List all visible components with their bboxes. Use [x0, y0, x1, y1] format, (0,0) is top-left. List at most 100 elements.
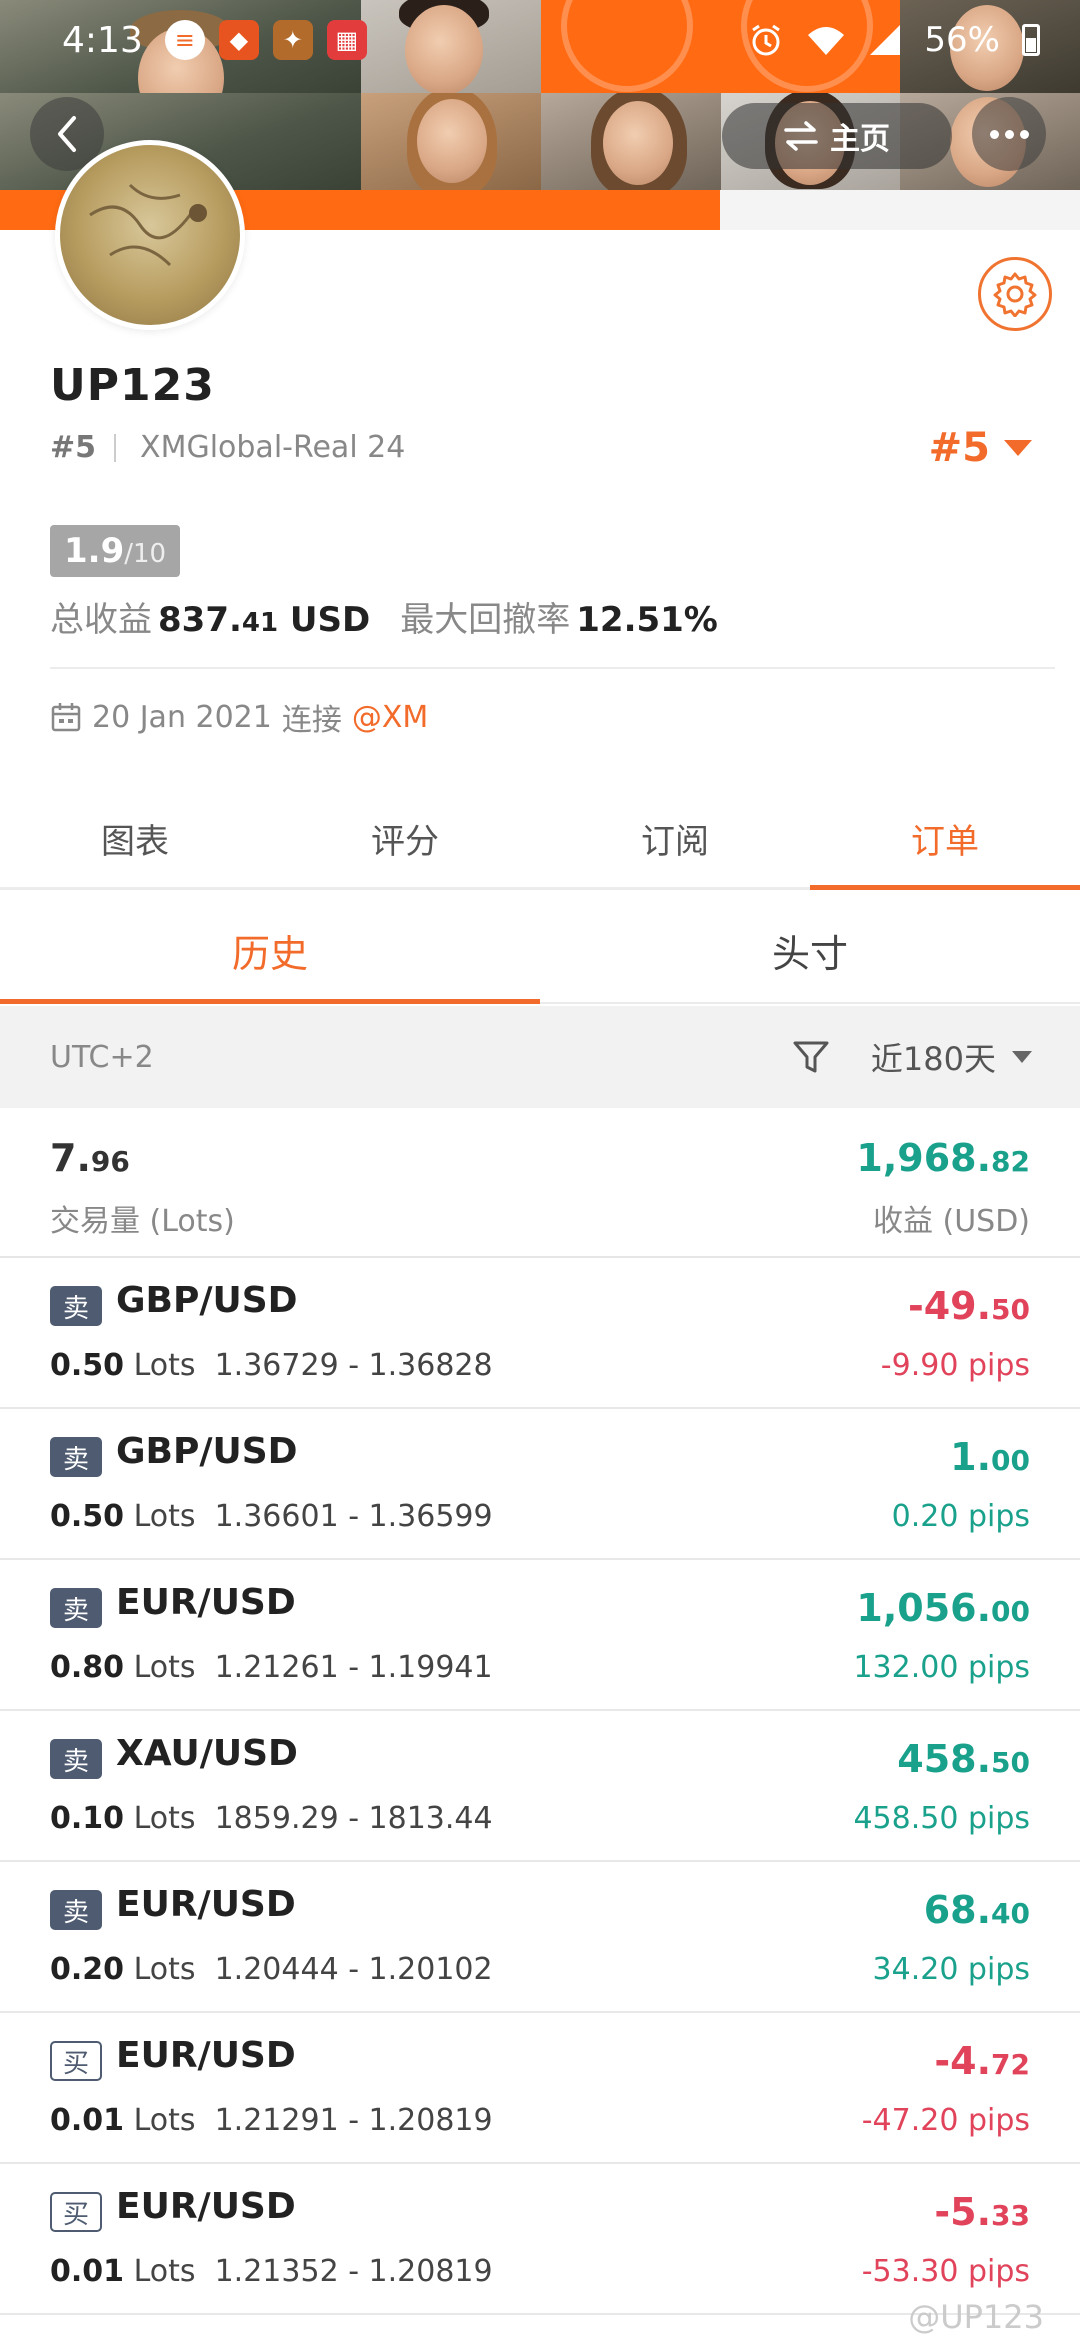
status-time: 4:13: [62, 19, 143, 61]
total-lots: 7.96: [50, 1136, 130, 1180]
rank-line: #5 XMGlobal-Real 24: [50, 430, 405, 465]
trade-pair: EUR/USD: [116, 1884, 296, 1925]
switch-icon: [784, 121, 818, 151]
total-lots-int: 7.: [50, 1136, 91, 1180]
trade-row[interactable]: 卖 EUR/USD 0.20 Lots 1.20444 - 1.20102 68…: [0, 1862, 1080, 2013]
trade-pair: EUR/USD: [116, 2186, 296, 2227]
trade-profit-int: 68.: [923, 1888, 992, 1932]
score-value: 1.9: [64, 531, 125, 571]
rank-number: #5: [50, 430, 97, 465]
chevron-left-icon: [58, 116, 76, 152]
trade-profit: 1,056.00: [856, 1586, 1030, 1630]
trade-prices: 1.21261 - 1.19941: [214, 1650, 493, 1685]
trade-lots-unit: Lots: [133, 1348, 196, 1383]
trade-profit-dec: 72: [991, 2048, 1030, 2081]
trade-row[interactable]: 卖 GBP/USD 0.50 Lots 1.36601 - 1.36599 1.…: [0, 1409, 1080, 1560]
history-summary: 7.96 交易量 (Lots) 1,968.82 收益 (USD): [0, 1108, 1080, 1258]
side-badge: 卖: [50, 1437, 102, 1477]
subtab-history[interactable]: 历史: [0, 898, 540, 1004]
trade-pips: 132.00 pips: [853, 1650, 1030, 1685]
drawdown-label: 最大回撤率: [400, 600, 571, 640]
more-button[interactable]: [972, 97, 1046, 171]
chat-notification-icon: ≡: [164, 20, 205, 60]
total-profit-label: 收益 (USD): [872, 1204, 1030, 1239]
status-icons: 56%: [748, 20, 1040, 60]
server-name: XMGlobal-Real 24: [140, 430, 406, 465]
avatar-image: [89, 183, 207, 267]
trade-profit-int: -5.: [934, 2190, 992, 2234]
trade-pair: GBP/USD: [116, 1431, 298, 1472]
tab-subscribe[interactable]: 订阅: [540, 790, 810, 887]
order-subtabs: 历史 头寸: [0, 898, 1080, 1004]
trade-row[interactable]: 卖 XAU/USD 0.10 Lots 1859.29 - 1813.44 45…: [0, 1711, 1080, 1862]
trade-row[interactable]: 买 EUR/USD 0.01 Lots 1.21352 - 1.20819 -5…: [0, 2164, 1080, 2315]
total-lots-label: 交易量 (Lots): [50, 1204, 235, 1239]
settings-button[interactable]: [978, 257, 1052, 331]
tab-rating[interactable]: 评分: [270, 790, 540, 887]
trade-lots: 0.10: [50, 1801, 125, 1836]
rank-dropdown[interactable]: #5: [929, 425, 1032, 471]
subtab-positions[interactable]: 头寸: [540, 898, 1080, 1002]
status-bar: 4:13 ≡ ◆ ✦ ▦ 56%: [0, 0, 1080, 80]
trade-profit-dec: 50: [991, 1746, 1030, 1779]
rank-badge: #5: [928, 425, 990, 471]
trade-prices: 1859.29 - 1813.44: [214, 1801, 493, 1836]
trade-lots: 0.20: [50, 1952, 125, 1987]
trade-prices: 1.20444 - 1.20102: [214, 1952, 493, 1987]
triangle-down-icon: [1012, 1051, 1032, 1063]
signal-icon: [870, 25, 901, 55]
tab-chart[interactable]: 图表: [0, 790, 270, 887]
avatar[interactable]: [55, 140, 245, 330]
period-dropdown[interactable]: 近180天: [871, 1034, 1032, 1080]
trade-pair: EUR/USD: [116, 1582, 296, 1623]
trade-row[interactable]: 买 EUR/USD 0.01 Lots 1.21291 - 1.20819 -4…: [0, 2013, 1080, 2164]
total-profit-dec: 41: [241, 608, 279, 638]
trade-profit: 1.00: [950, 1435, 1030, 1479]
home-button[interactable]: 主页: [722, 103, 952, 169]
broker-link[interactable]: @XM: [352, 700, 428, 735]
trade-detail: 0.80 Lots 1.21261 - 1.19941: [50, 1650, 493, 1685]
trade-pair: EUR/USD: [116, 2035, 296, 2076]
home-label: 主页: [830, 122, 890, 157]
connection-line: 20 Jan 2021 连接 @XM: [50, 695, 428, 739]
trade-lots-unit: Lots: [133, 2254, 196, 2289]
side-badge: 卖: [50, 1890, 102, 1930]
trade-profit-dec: 40: [991, 1897, 1030, 1930]
trade-lots-unit: Lots: [133, 1650, 196, 1685]
more-dots-icon: [989, 129, 999, 139]
more-dots-icon: [1004, 129, 1014, 139]
trade-detail: 0.01 Lots 1.21352 - 1.20819: [50, 2254, 493, 2289]
filter-icon[interactable]: [791, 1037, 831, 1077]
trade-profit-int: 1,056.: [856, 1586, 992, 1630]
trade-pips: -47.20 pips: [861, 2103, 1030, 2138]
trade-profit-dec: 00: [991, 1444, 1030, 1477]
divider: [114, 433, 117, 462]
trade-detail: 0.01 Lots 1.21291 - 1.20819: [50, 2103, 493, 2138]
total-profit-value: 837.41 USD: [158, 600, 370, 640]
total-profit-int: 1,968.: [856, 1136, 992, 1180]
period-label: 近180天: [870, 1040, 996, 1078]
trade-lots: 0.01: [50, 2254, 125, 2289]
trade-detail: 0.50 Lots 1.36729 - 1.36828: [50, 1348, 493, 1383]
trade-profit: -5.33: [934, 2190, 1030, 2234]
tab-orders[interactable]: 订单: [810, 790, 1080, 890]
trade-profit-dec: 50: [991, 1293, 1030, 1326]
trade-row[interactable]: 卖 GBP/USD 0.50 Lots 1.36729 - 1.36828 -4…: [0, 1258, 1080, 1409]
trade-lots: 0.50: [50, 1499, 125, 1534]
app-notification-icon: ◆: [218, 20, 259, 60]
trade-row[interactable]: 卖 EUR/USD 0.80 Lots 1.21261 - 1.19941 1,…: [0, 1560, 1080, 1711]
trade-profit-int: -49.: [907, 1284, 992, 1328]
battery-percent: 56%: [924, 20, 1000, 60]
calendar-icon: [51, 703, 81, 732]
total-profit-label: 总收益: [50, 600, 152, 640]
filter-bar: UTC+2 近180天: [0, 1006, 1080, 1108]
total-profit-dec: 82: [991, 1145, 1030, 1178]
filter-controls: 近180天: [791, 1034, 1032, 1080]
connected-label: 连接: [281, 703, 342, 738]
divider: [50, 667, 1055, 669]
trade-profit-int: 1.: [950, 1435, 992, 1479]
connected-date: 20 Jan 2021: [92, 699, 272, 735]
trade-pips: -9.90 pips: [880, 1348, 1030, 1383]
trade-lots: 0.50: [50, 1348, 125, 1383]
trade-prices: 1.21352 - 1.20819: [214, 2254, 493, 2289]
